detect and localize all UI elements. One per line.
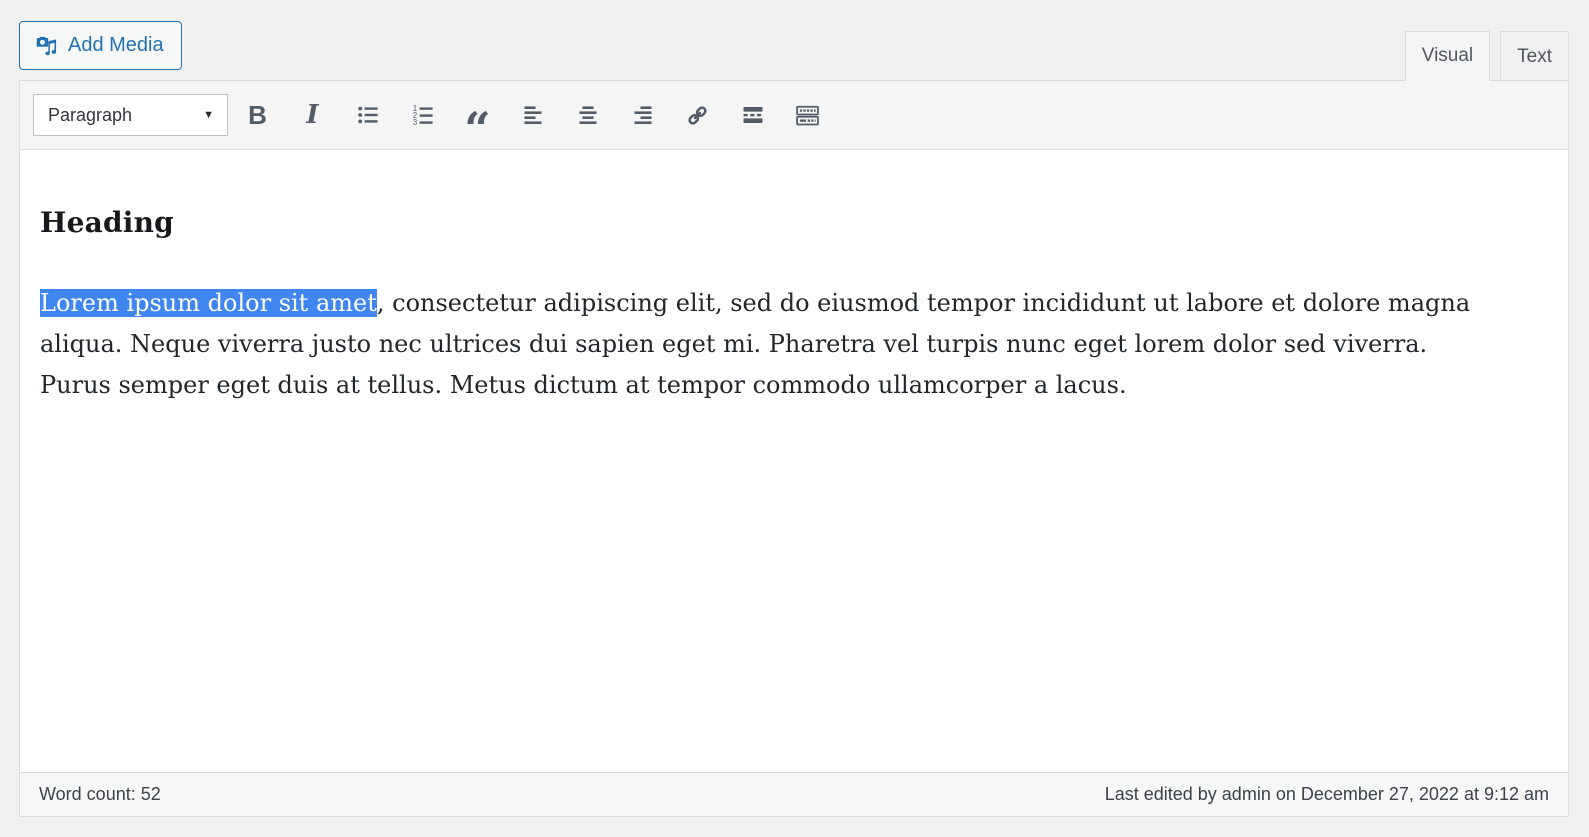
content-paragraph: Lorem ipsum dolor sit amet, consectetur … <box>40 283 1495 406</box>
add-media-button[interactable]: Add Media <box>19 21 182 70</box>
numbered-list-button[interactable]: 1 2 3 <box>399 92 446 139</box>
insert-read-more-button[interactable] <box>729 92 776 139</box>
read-more-icon <box>743 107 762 123</box>
media-icon <box>34 34 58 58</box>
word-count: Word count: 52 <box>39 784 161 804</box>
toolbar-buttons: B I 1 2 3 “ <box>234 92 839 152</box>
selected-text: Lorem ipsum dolor sit amet <box>40 289 377 317</box>
italic-button[interactable]: I <box>289 92 336 139</box>
editor-statusbar: Word count: 52 Last edited by admin on D… <box>20 772 1568 816</box>
align-center-icon <box>579 106 596 124</box>
ol-digit: 3 <box>412 118 417 127</box>
bulleted-list-button[interactable] <box>344 92 391 139</box>
bold-button[interactable]: B <box>234 92 281 139</box>
dropdown-caret-icon: ▼ <box>203 109 214 121</box>
align-right-icon <box>634 106 651 124</box>
numbered-list-icon: 1 2 3 <box>412 104 433 127</box>
align-left-icon <box>524 106 541 124</box>
editor-container: Paragraph ▼ B I 1 2 3 “ Heading Lorem ip… <box>19 80 1569 817</box>
format-dropdown[interactable]: Paragraph ▼ <box>33 94 228 136</box>
align-left-button[interactable] <box>509 92 556 139</box>
bold-icon: B <box>248 99 267 130</box>
keyboard-icon <box>796 105 819 125</box>
editor-content[interactable]: Heading Lorem ipsum dolor sit amet, cons… <box>20 150 1568 772</box>
blockquote-button[interactable]: “ <box>454 92 501 152</box>
bulleted-list-icon <box>357 106 378 124</box>
link-icon <box>688 105 707 125</box>
add-media-label: Add Media <box>68 34 164 56</box>
insert-link-button[interactable] <box>674 92 721 139</box>
wordpress-editor: Add Media Visual Text Paragraph ▼ B I 1 … <box>19 21 1569 817</box>
italic-icon: I <box>306 100 319 130</box>
editor-toolbar: Paragraph ▼ B I 1 2 3 “ <box>20 81 1568 152</box>
content-heading: Heading <box>40 206 174 239</box>
editor-header: Add Media Visual Text <box>19 21 1569 81</box>
editor-mode-tabs: Visual Text <box>1404 31 1569 81</box>
align-right-button[interactable] <box>619 92 666 139</box>
format-dropdown-value: Paragraph <box>48 104 133 125</box>
tab-text[interactable]: Text <box>1500 31 1569 81</box>
tab-visual[interactable]: Visual <box>1404 31 1491 81</box>
toolbar-toggle-button[interactable] <box>784 92 831 139</box>
last-edited: Last edited by admin on December 27, 202… <box>1104 784 1549 804</box>
align-center-button[interactable] <box>564 92 611 139</box>
